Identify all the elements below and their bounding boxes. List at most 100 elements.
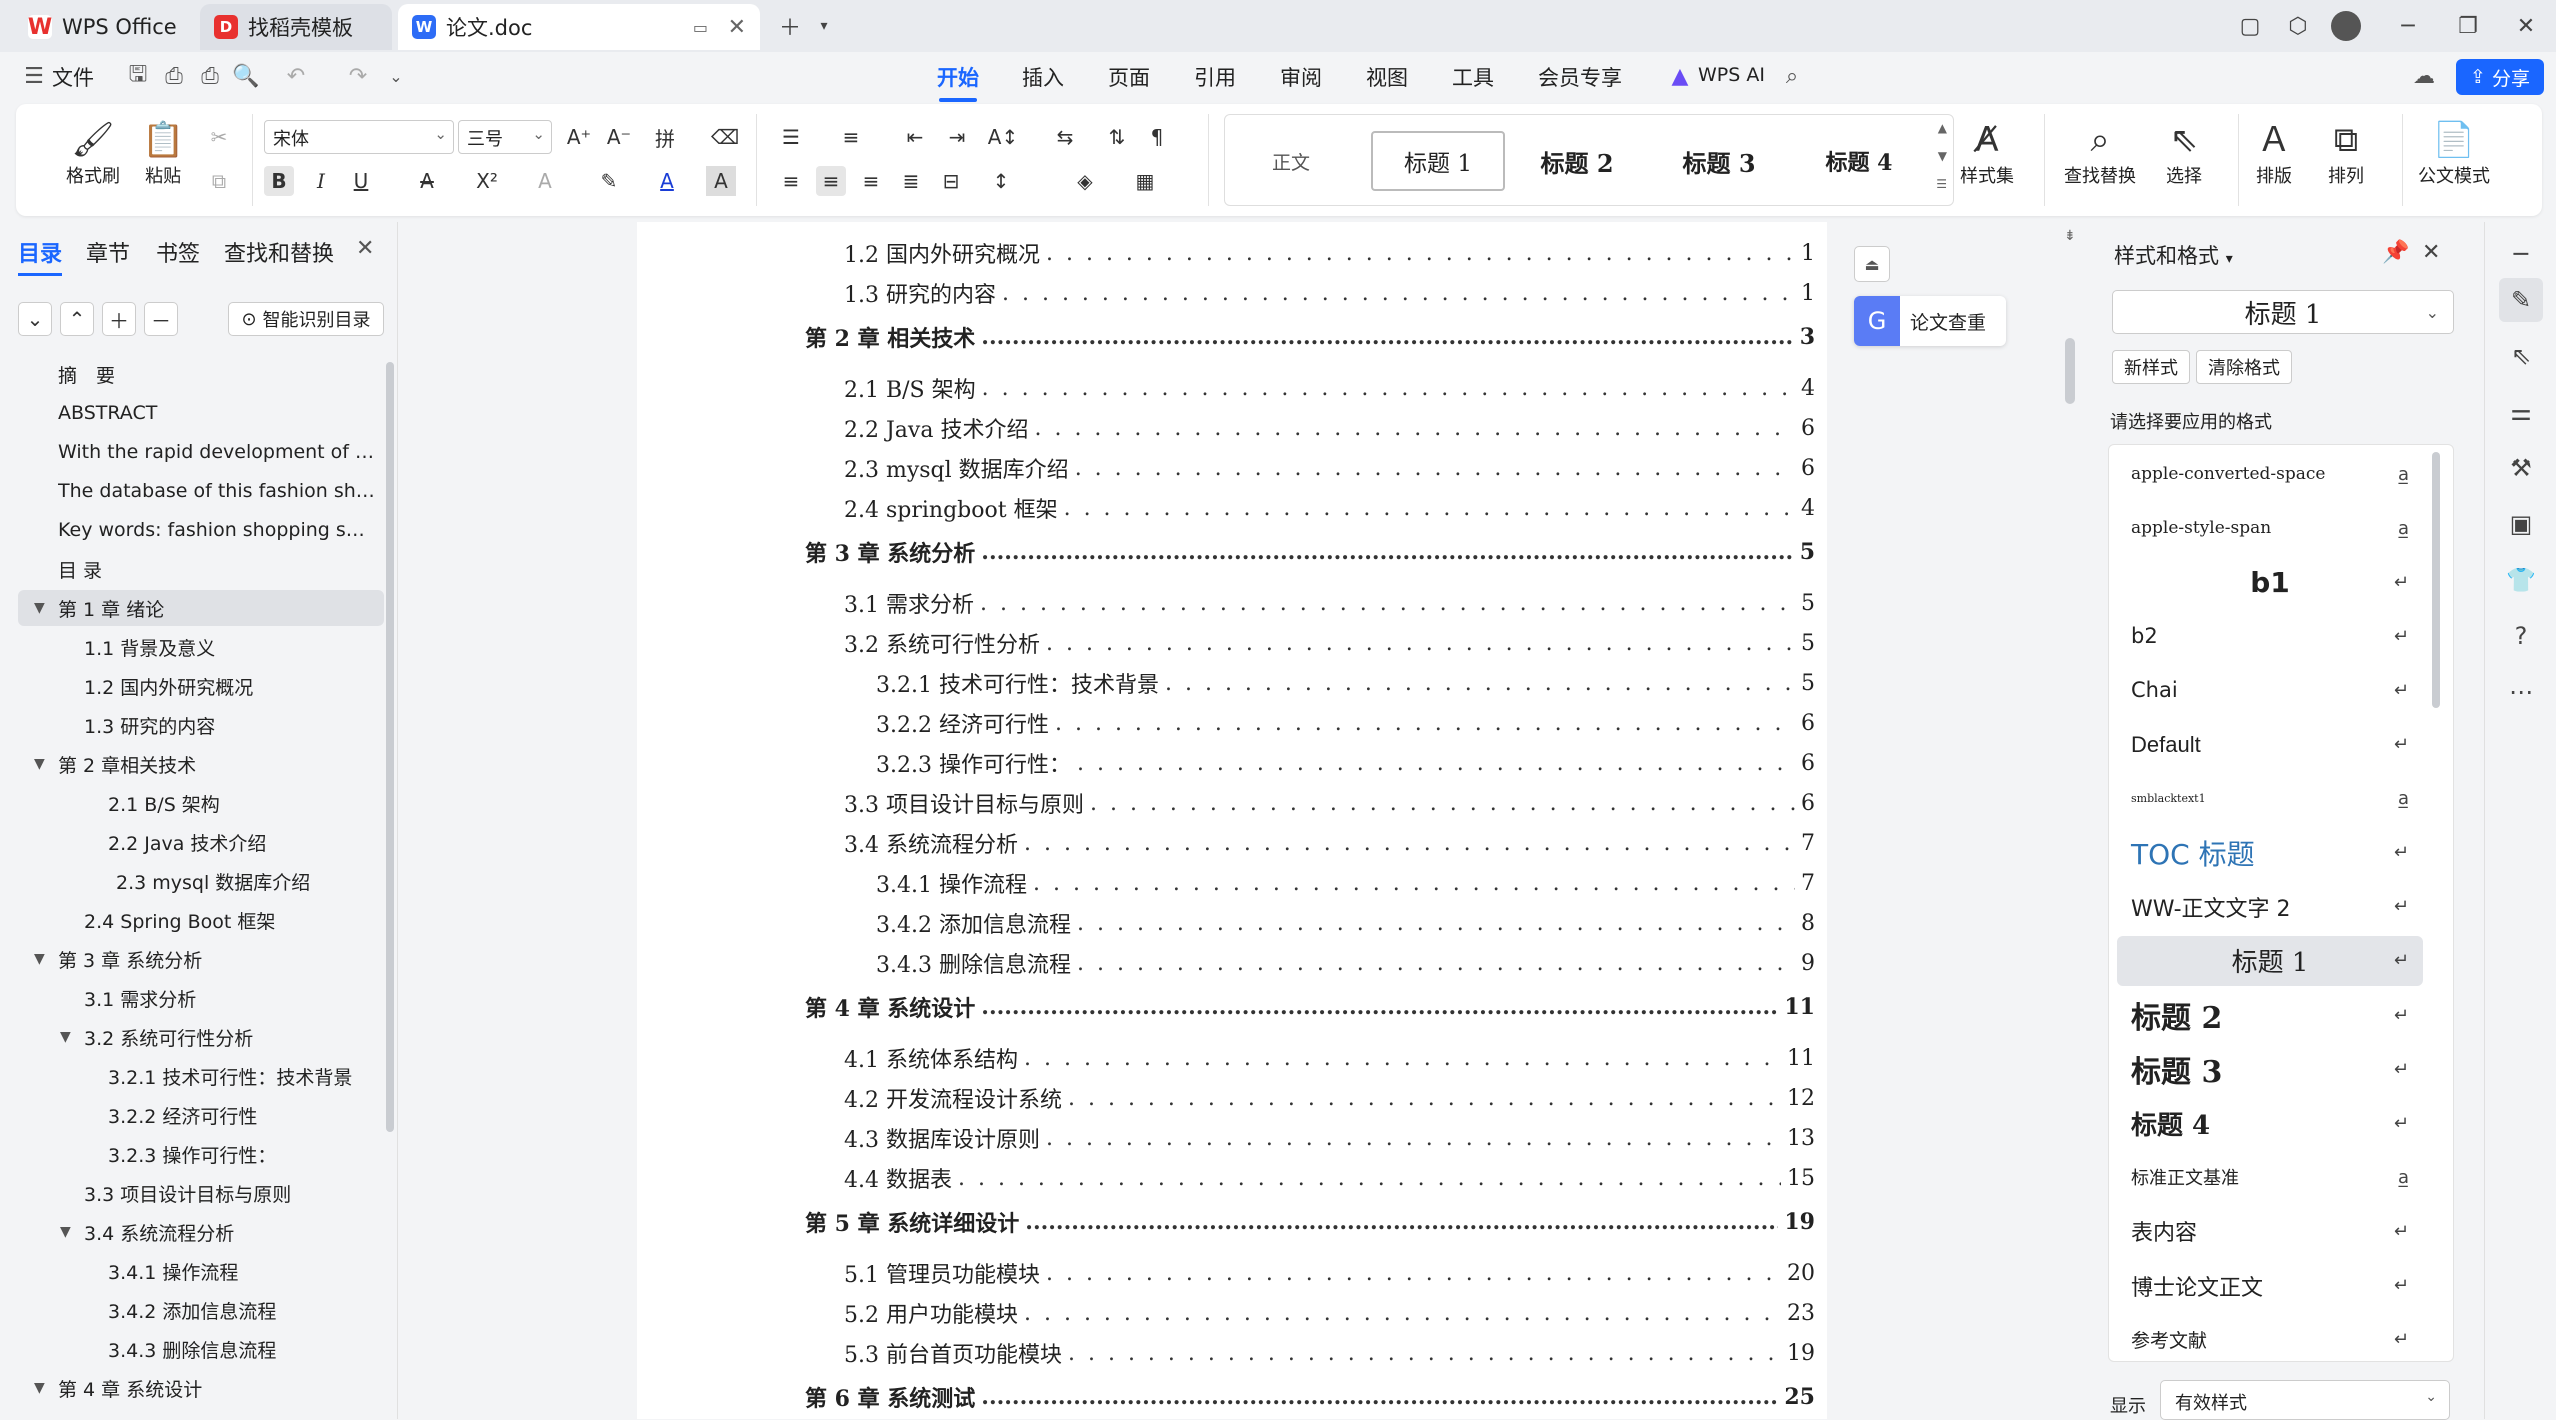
style-normal[interactable]: 正文 [1241,131,1341,191]
toc-tree-item[interactable]: ▼ 3.2 系统可行性分析 [18,1019,384,1055]
toc-tree-item[interactable]: 2.3 mysql 数据库介绍 [18,863,384,899]
bullet-list-icon[interactable]: ☰ [776,122,806,152]
style-list-item[interactable]: b1 ↵ [2117,557,2423,607]
menu-review[interactable]: 审阅 [1280,62,1322,92]
tools-icon[interactable]: ⚒ [2499,446,2543,490]
toc-tree-item[interactable]: 摘 要 [18,356,384,392]
toc-tree-item[interactable]: ▼ 3.4 系统流程分析 [18,1214,384,1250]
smart-toc-button[interactable]: ⊙ 智能识别目录 [228,302,384,336]
tab-docer-template[interactable]: D 找稻壳模板 [200,4,392,50]
undo-icon[interactable]: ↶ [282,62,310,90]
document-scrollbar[interactable] [2065,338,2075,404]
find-replace-button[interactable]: ⌕ 查找替换 [2064,118,2136,188]
document-page[interactable]: 1.2 国内外研究概况. . . . . . . . . . . . . . .… [637,222,1827,1419]
toc-tree-item[interactable]: 3.4.1 操作流程 [18,1253,384,1289]
close-pane-icon[interactable]: ✕ [2422,240,2440,265]
toc-tree-item[interactable]: 2.4 Spring Boot 框架 [18,902,384,938]
format-painter-button[interactable]: 🖌 格式刷 [66,118,120,188]
gallery-down-icon[interactable]: ▼ [1938,149,1947,163]
remove-item-icon[interactable]: － [144,302,178,336]
layout-button[interactable]: Ａ 排版 [2256,118,2292,188]
toc-tree-item[interactable]: ABSTRACT [18,395,384,431]
collapse-caret-icon[interactable]: ▼ [34,600,45,616]
style-list-item[interactable]: apple-style-span a̲ [2117,503,2423,553]
toc-chapter-entry[interactable]: 第 6 章 系统测试..............................… [805,1378,1815,1416]
split-icon[interactable]: ⇟ [2064,228,2076,244]
show-filter-select[interactable]: 有效样式 ⌄ [2160,1380,2450,1420]
align-left-icon[interactable]: ≡ [776,166,806,196]
style-list-item[interactable]: Default ↵ [2117,720,2423,770]
show-marks-icon[interactable]: ¶ [1142,122,1172,152]
tab-list-chevron-icon[interactable]: ▾ [804,8,844,44]
style-heading-1[interactable]: 标题 1 [1371,131,1505,191]
wps-ai-button[interactable]: WPS AI [1698,64,1765,86]
style-set-button[interactable]: A̸ 样式集 [1960,118,2014,188]
menu-start[interactable]: 开始 [937,62,979,102]
shading-icon[interactable]: ◈ [1070,166,1100,196]
tab-bookmarks[interactable]: 书签 [156,236,200,268]
style-list-item[interactable]: 标题 2 ↵ [2117,990,2423,1040]
minimize-bar-icon[interactable]: ─ [2499,232,2543,276]
toc-tree-item[interactable]: 3.3 项目设计目标与原则 [18,1175,384,1211]
style-heading-3[interactable]: 标题 3 [1657,131,1781,191]
sliders-icon[interactable]: ⚌ [2499,390,2543,434]
window-close-icon[interactable]: ✕ [2506,8,2546,44]
highlight-icon[interactable]: ✎ [594,166,624,196]
file-menu[interactable]: 文件 [52,62,94,92]
tab-document[interactable]: W 论文.doc ▭ ✕ [398,4,760,50]
toc-tree-item[interactable]: 1.3 研究的内容 [18,707,384,743]
numbered-list-icon[interactable]: ≡ [836,122,866,152]
increase-indent-icon[interactable]: ⇥ [942,122,972,152]
style-list-item[interactable]: 表内容 ↵ [2117,1206,2423,1256]
export-pdf-icon[interactable]: ⎙ [160,62,188,90]
toc-tree-item[interactable]: 2.2 Java 技术介绍 [18,824,384,860]
font-name-select[interactable]: 宋体 ⌄ [264,120,454,154]
window-layout-icon[interactable]: ▢ [2230,8,2270,44]
toc-section-entry[interactable]: 4.1 系统体系结构. . . . . . . . . . . . . . . … [844,1039,1815,1077]
style-list-item[interactable]: 博士论文正文 ↵ [2117,1261,2423,1311]
shrink-font-icon[interactable]: A⁻ [604,122,634,152]
cloud-upload-icon[interactable]: ☁ [2410,62,2438,90]
line-spacing-icon[interactable]: ↕ [986,166,1016,196]
add-item-icon[interactable]: ＋ [102,302,136,336]
toc-tree-item[interactable]: The database of this fashion shop… [18,473,384,509]
plagiarism-check-button[interactable]: G 论文查重 [1854,296,2006,346]
scrollbar[interactable] [2432,452,2440,708]
share-button[interactable]: ⇪ 分享 [2456,59,2544,95]
toc-tree-item[interactable]: 1.1 背景及意义 [18,629,384,665]
redo-icon[interactable]: ↷ [344,62,372,90]
underline-icon[interactable]: U [346,166,376,196]
toc-section-entry[interactable]: 2.2 Java 技术介绍. . . . . . . . . . . . . .… [844,409,1815,447]
toc-chapter-entry[interactable]: 第 3 章 系统分析..............................… [805,533,1815,571]
borders-icon[interactable]: ▦ [1130,166,1160,196]
search-icon[interactable]: ⌕ [1778,62,1806,90]
toc-section-entry[interactable]: 3.4 系统流程分析. . . . . . . . . . . . . . . … [844,824,1815,862]
toc-chapter-entry[interactable]: 第 2 章 相关技术..............................… [805,318,1815,356]
print-preview-icon[interactable]: 🔍 [232,62,260,90]
help-icon[interactable]: ? [2499,614,2543,658]
font-color-icon[interactable]: A [652,166,682,196]
select-button[interactable]: ⇖ 选择 [2166,118,2202,188]
toc-tree-item[interactable]: ▼ 第 2 章相关技术 [18,746,384,782]
toc-section-entry[interactable]: 1.2 国内外研究概况. . . . . . . . . . . . . . .… [844,234,1815,272]
superscript-icon[interactable]: X² [472,166,502,196]
style-list-item[interactable]: 标题 4 ↵ [2117,1098,2423,1148]
save-icon[interactable]: 🖫 [124,62,152,90]
toc-section-entry[interactable]: 3.3 项目设计目标与原则. . . . . . . . . . . . . .… [844,784,1815,822]
tab-find-replace[interactable]: 查找和替换 [224,236,334,268]
align-center-icon[interactable]: ≡ [816,166,846,196]
toc-section-entry[interactable]: 5.3 前台首页功能模块. . . . . . . . . . . . . . … [844,1334,1815,1372]
italic-icon[interactable]: I [306,166,336,196]
minimize-icon[interactable]: ─ [2388,8,2428,44]
toc-section-entry[interactable]: 3.2.1 技术可行性：技术背景. . . . . . . . . . . . … [876,664,1815,702]
align-right-icon[interactable]: ≡ [856,166,886,196]
toc-section-entry[interactable]: 3.2 系统可行性分析. . . . . . . . . . . . . . .… [844,624,1815,662]
toc-chapter-entry[interactable]: 第 4 章 系统设计..............................… [805,988,1815,1026]
justify-icon[interactable]: ≣ [896,166,926,196]
text-direction-icon[interactable]: A↕ [988,122,1018,152]
toc-section-entry[interactable]: 5.2 用户功能模块. . . . . . . . . . . . . . . … [844,1294,1815,1332]
menu-member[interactable]: 会员专享 [1538,62,1622,92]
collapse-caret-icon[interactable]: ▼ [34,951,45,967]
collapse-caret-icon[interactable]: ▼ [34,756,45,772]
toc-tree-item[interactable]: 3.2.2 经济可行性 [18,1097,384,1133]
